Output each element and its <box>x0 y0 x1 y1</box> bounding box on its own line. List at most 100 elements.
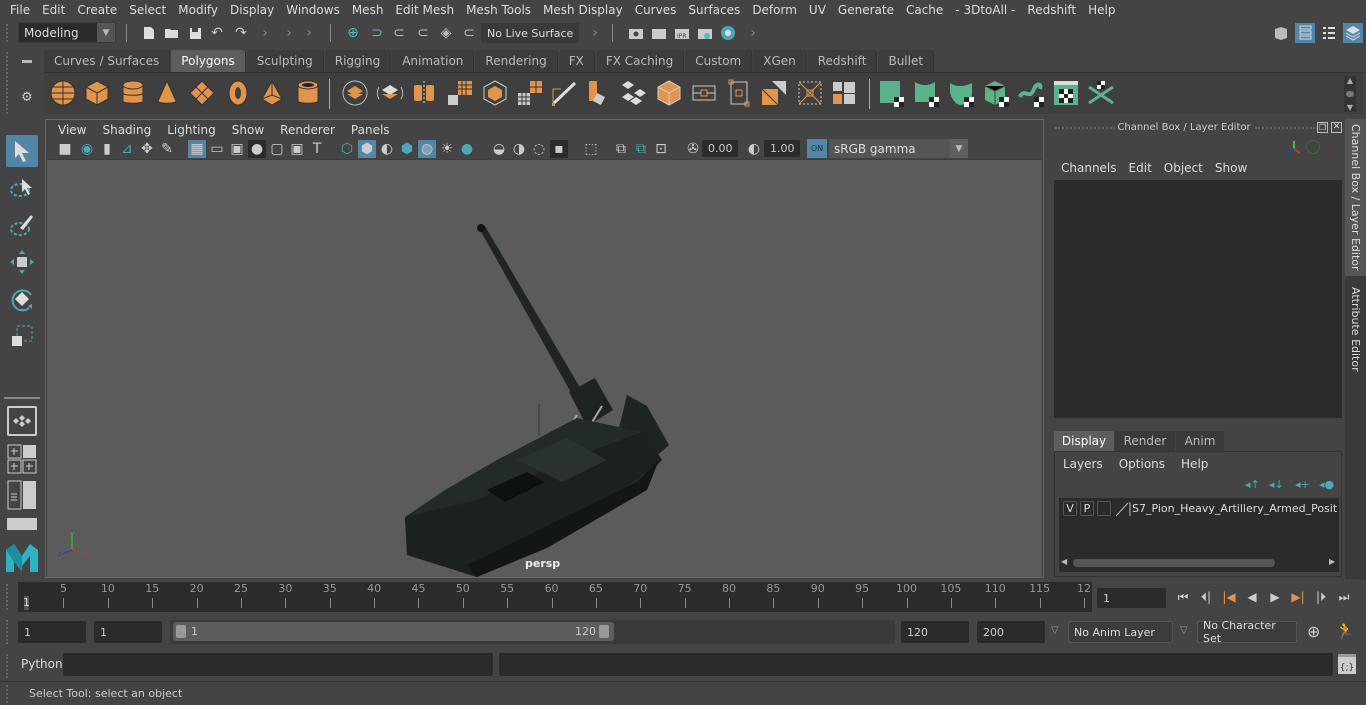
viewport-menu-renderer[interactable]: Renderer <box>272 123 343 137</box>
anim-layer-dropdown[interactable]: No Anim Layer <box>1068 621 1173 643</box>
perspective-viewport[interactable]: persp y x z <box>47 160 1042 577</box>
layer-tab-anim[interactable]: Anim <box>1176 431 1224 451</box>
menu-file[interactable]: File <box>4 3 36 17</box>
menu-generate[interactable]: Generate <box>832 3 900 17</box>
collapse-arrow-icon[interactable]: › <box>300 24 318 42</box>
shelf-tab-bullet[interactable]: Bullet <box>878 50 935 72</box>
wireframe-on-shaded-icon[interactable]: ◐ <box>378 140 396 158</box>
shelf-tab-custom[interactable]: Custom <box>685 50 753 72</box>
shadows-icon[interactable]: ● <box>458 140 476 158</box>
wireframe-icon[interactable]: ⬡ <box>338 140 356 158</box>
poly-plane-icon[interactable] <box>188 79 216 107</box>
menu-edit[interactable]: Edit <box>36 3 71 17</box>
select-tool-icon[interactable] <box>6 135 38 167</box>
camera-attributes-icon[interactable]: ◉ <box>78 140 96 158</box>
open-scene-icon[interactable] <box>163 24 181 42</box>
range-slider-bar[interactable]: 1 120 <box>173 622 614 641</box>
move-tool-icon[interactable] <box>6 246 38 278</box>
play-backward-icon[interactable]: ◀ <box>1244 589 1260 605</box>
append-icon[interactable] <box>690 79 718 107</box>
render-settings-icon[interactable] <box>696 24 714 42</box>
drag-handle[interactable] <box>6 654 8 678</box>
shelf-tab-fx[interactable]: FX <box>558 50 595 72</box>
modeling-toolkit-icon[interactable] <box>1272 24 1290 42</box>
motion-blur-icon[interactable]: ◑ <box>510 140 528 158</box>
speed-icon[interactable] <box>1306 140 1320 154</box>
channel-box-menu-edit[interactable]: Edit <box>1123 161 1158 175</box>
merge-icon[interactable] <box>620 79 648 107</box>
resolution-gate-icon[interactable]: ▣ <box>228 140 246 158</box>
mode-selector[interactable]: Modeling ▼ <box>18 22 116 43</box>
spherical-uv-icon[interactable] <box>948 79 976 107</box>
menu-uv[interactable]: UV <box>803 3 832 17</box>
viewport-menu-show[interactable]: Show <box>224 123 272 137</box>
layer-row[interactable]: V P S7_Pion_Heavy_Artillery_Armed_Positi… <box>1059 498 1339 520</box>
channel-box-toggle-icon[interactable] <box>1343 23 1363 43</box>
move-layer-down-icon[interactable]: ◂↓ <box>1269 478 1284 491</box>
menu-create[interactable]: Create <box>71 3 123 17</box>
bridge-icon[interactable] <box>516 79 544 107</box>
layer-color-icon[interactable] <box>1115 501 1131 517</box>
layer-menu-help[interactable]: Help <box>1173 457 1216 471</box>
channel-box-menu-channels[interactable]: Channels <box>1049 161 1123 175</box>
animation-end-field[interactable]: 200 <box>977 621 1045 643</box>
manipulator-axis-icon[interactable] <box>1285 139 1303 157</box>
drag-handle[interactable] <box>6 620 8 644</box>
scroll-handle[interactable] <box>1346 91 1354 97</box>
bevel-icon[interactable] <box>585 79 613 107</box>
paint-select-tool-icon[interactable] <box>6 209 38 241</box>
menu-cache[interactable]: Cache <box>900 3 949 17</box>
collapse-arrow-icon[interactable]: › <box>744 24 762 42</box>
offset-edge-loop-icon[interactable] <box>760 79 788 107</box>
xray-icon[interactable]: ⬢ <box>398 140 416 158</box>
poly-sphere-icon[interactable] <box>49 79 77 107</box>
exposure-icon[interactable]: ✇ <box>684 140 702 158</box>
side-tab-attribute-editor[interactable]: Attribute Editor <box>1345 279 1366 379</box>
xray-active-icon[interactable]: ⧉ <box>632 140 650 158</box>
contour-uv-icon[interactable] <box>1018 79 1046 107</box>
move-layer-up-icon[interactable]: ◂↑ <box>1245 478 1260 491</box>
four-view-layout-icon[interactable] <box>7 444 37 474</box>
command-language-label[interactable]: Python <box>21 657 63 671</box>
safe-action-icon[interactable]: ▣ <box>288 140 306 158</box>
menu-select[interactable]: Select <box>123 3 172 17</box>
shelf-scrollbar[interactable]: ▲ ▼ <box>1344 76 1356 112</box>
menu-redshift[interactable]: Redshift <box>1021 3 1082 17</box>
drag-handle[interactable] <box>6 52 8 114</box>
menu-surfaces[interactable]: Surfaces <box>682 3 746 17</box>
field-chart-icon[interactable]: ▢ <box>268 140 286 158</box>
attribute-editor-toggle-icon[interactable] <box>1295 23 1315 43</box>
channel-box-menu-show[interactable]: Show <box>1209 161 1253 175</box>
snap-to-grid-icon[interactable]: ⊕ <box>344 24 362 42</box>
new-layer-from-selected-icon[interactable]: ◂● <box>1319 478 1334 491</box>
range-slider-track[interactable]: 1 120 <box>170 620 895 644</box>
gamma-icon[interactable]: ◐ <box>745 140 763 158</box>
shelf-tab-rendering[interactable]: Rendering <box>475 50 558 72</box>
insert-edge-loop-icon[interactable] <box>725 79 753 107</box>
undo-icon[interactable]: ↶ <box>208 24 226 42</box>
textured-icon[interactable]: ◍ <box>418 140 436 158</box>
redo-icon[interactable]: ↷ <box>232 24 250 42</box>
shelf-menu-icon[interactable] <box>22 60 32 63</box>
play-forward-icon[interactable]: ▶ <box>1267 589 1283 605</box>
gamma-field[interactable]: 1.00 <box>764 140 800 157</box>
combine-icon[interactable] <box>341 79 369 107</box>
drag-handle[interactable] <box>6 24 9 42</box>
viewport-menu-shading[interactable]: Shading <box>94 123 159 137</box>
scale-tool-icon[interactable] <box>6 320 38 352</box>
target-weld-icon[interactable] <box>830 79 858 107</box>
layer-list-hscrollbar[interactable]: ◀ ▶ <box>1059 556 1339 570</box>
shelf-tab-rigging[interactable]: Rigging <box>324 50 392 72</box>
drag-handle[interactable] <box>1255 127 1315 129</box>
drag-handle[interactable] <box>6 685 8 703</box>
fill-hole-icon[interactable] <box>796 79 824 107</box>
new-scene-icon[interactable] <box>140 24 158 42</box>
animation-start-field[interactable]: 1 <box>18 621 86 643</box>
snap-to-curve-icon[interactable]: ⊃ <box>368 24 386 42</box>
planar-uv-icon[interactable] <box>878 79 906 107</box>
color-management-toggle-icon[interactable]: ON <box>807 139 827 158</box>
film-gate-icon[interactable]: ▭ <box>208 140 226 158</box>
layer-display-type-toggle[interactable] <box>1097 501 1111 516</box>
current-frame-field[interactable]: 1 <box>1097 588 1166 608</box>
side-tab-channel-box[interactable]: Channel Box / Layer Editor <box>1345 119 1366 276</box>
